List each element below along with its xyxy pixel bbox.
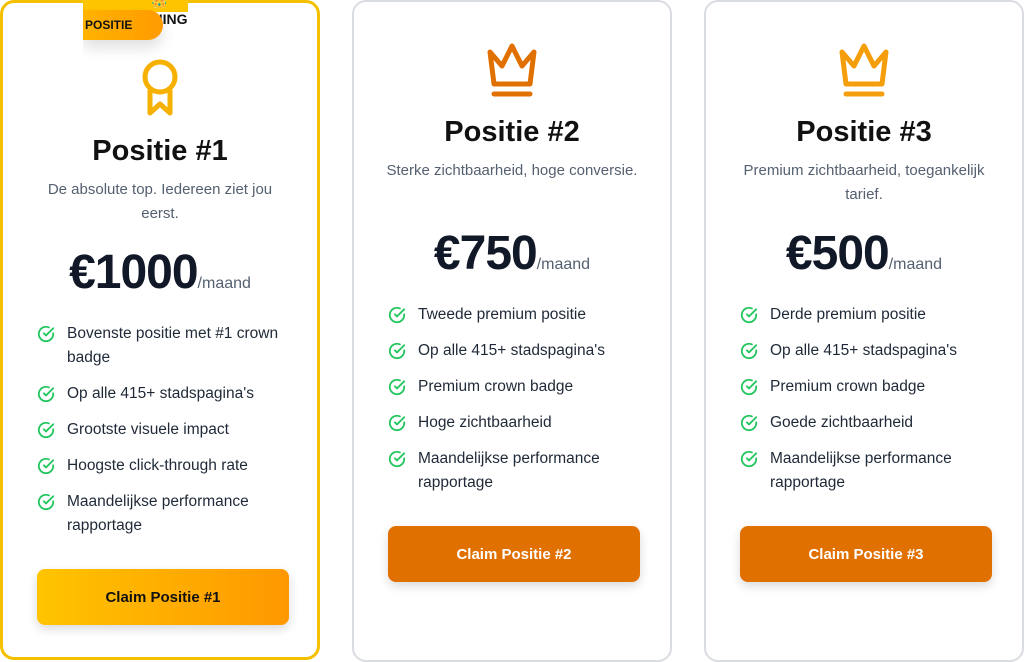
feature-list: Bovenste positie met #1 crown badge Op al…	[37, 322, 297, 550]
check-circle-icon	[388, 378, 406, 396]
feature-item: Hoogste click-through rate	[37, 454, 297, 478]
feature-item: Op alle 415+ stadspagina's	[740, 339, 1002, 363]
check-circle-icon	[740, 342, 758, 360]
plan-title: Positie #3	[796, 116, 932, 148]
plan-title: Positie #1	[92, 135, 228, 167]
feature-item: Maandelijkse performance rapportage	[388, 447, 650, 495]
claim-positie-2-button[interactable]: Claim Positie #2	[388, 526, 640, 582]
plan-subtitle: Sterke zichtbaarheid, hoge conversie.	[386, 162, 638, 179]
check-circle-icon	[740, 306, 758, 324]
feature-item: Premium crown badge	[740, 375, 1002, 399]
feature-item: Maandelijkse performance rapportage	[37, 490, 297, 538]
feature-item: Grootste visuele impact	[37, 418, 297, 442]
plan-card-1: 👑 KONING POSITIE Positie #1 De absolute …	[0, 0, 320, 660]
feature-item: Goede zichtbaarheid	[740, 411, 1002, 435]
plan-price: €1000/maand	[69, 246, 251, 299]
check-circle-icon	[37, 385, 55, 403]
check-circle-icon	[37, 457, 55, 475]
check-circle-icon	[388, 414, 406, 432]
check-circle-icon	[388, 450, 406, 468]
check-circle-icon	[740, 450, 758, 468]
check-circle-icon	[740, 414, 758, 432]
feature-item: Bovenste positie met #1 crown badge	[37, 322, 297, 370]
check-circle-icon	[37, 421, 55, 439]
plan-price: €500/maand	[785, 227, 943, 280]
check-circle-icon	[740, 378, 758, 396]
koning-positie-badge: 👑 KONING POSITIE	[83, 0, 188, 60]
check-circle-icon	[37, 493, 55, 511]
plan-price: €750/maand	[433, 227, 591, 280]
award-icon	[142, 59, 178, 116]
claim-positie-1-button[interactable]: Claim Positie #1	[37, 569, 289, 625]
feature-list: Derde premium positie Op alle 415+ stadsp…	[740, 303, 1002, 507]
feature-item: Maandelijkse performance rapportage	[740, 447, 1002, 495]
feature-item: Op alle 415+ stadspagina's	[37, 382, 297, 406]
check-circle-icon	[388, 306, 406, 324]
feature-item: Tweede premium positie	[388, 303, 650, 327]
check-circle-icon	[388, 342, 406, 360]
crown-icon	[839, 43, 889, 97]
feature-list: Tweede premium positie Op alle 415+ stads…	[388, 303, 650, 507]
feature-item: Op alle 415+ stadspagina's	[388, 339, 650, 363]
check-circle-icon	[37, 325, 55, 343]
plan-card-3: Positie #3 Premium zichtbaarheid, toegan…	[704, 0, 1024, 662]
feature-item: Hoge zichtbaarheid	[388, 411, 650, 435]
plan-title: Positie #2	[444, 116, 580, 148]
feature-item: Derde premium positie	[740, 303, 1002, 327]
claim-positie-3-button[interactable]: Claim Positie #3	[740, 526, 992, 582]
plan-subtitle: De absolute top. Iedereen ziet jou eerst…	[47, 181, 273, 222]
plan-subtitle: Premium zichtbaarheid, toegankelijk tari…	[743, 162, 985, 203]
plan-card-2: Positie #2 Sterke zichtbaarheid, hoge co…	[352, 0, 672, 662]
feature-item: Premium crown badge	[388, 375, 650, 399]
crown-icon	[487, 43, 537, 97]
